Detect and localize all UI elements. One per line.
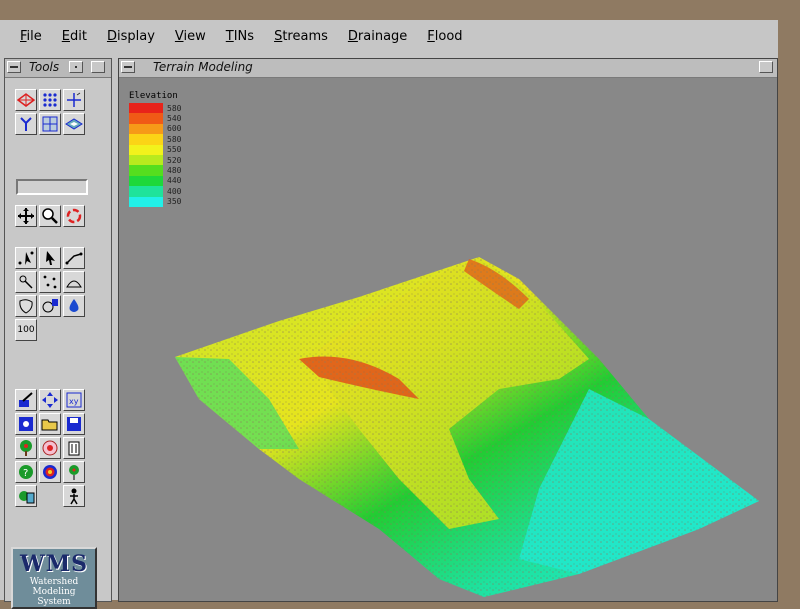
tools-palette: Tools 100 xy ? WMS Watershed Modeling Sy…: [4, 58, 112, 609]
legend-row: 580: [129, 134, 182, 145]
legend-row: 400: [129, 186, 182, 197]
legend-row: 580: [129, 103, 182, 114]
edit-icon[interactable]: [15, 389, 37, 411]
select-arrow-icon[interactable]: [39, 247, 61, 269]
legend-swatch: [129, 123, 163, 135]
menu-display[interactable]: Display: [107, 29, 155, 44]
pan-icon[interactable]: [15, 205, 37, 227]
terrain-title: Terrain Modeling: [153, 60, 253, 74]
legend-value: 400: [167, 186, 182, 196]
terrain-window: Terrain Modeling Elevation 580 540 600 580 5…: [118, 58, 778, 602]
terrain-maximize-button[interactable]: [759, 61, 773, 73]
legend-swatch: [129, 175, 163, 187]
terrain-title-bar[interactable]: Terrain Modeling: [119, 59, 777, 78]
legend-value: 580: [167, 134, 182, 144]
contour-icon[interactable]: [63, 271, 85, 293]
legend-row: 480: [129, 165, 182, 176]
legend-row: 350: [129, 196, 182, 207]
tools-title-bar[interactable]: Tools: [5, 59, 111, 78]
menu-tins[interactable]: TINs: [226, 29, 254, 44]
legend-title: Elevation: [129, 91, 178, 101]
legend-value: 550: [167, 145, 182, 155]
legend-value: 600: [167, 124, 182, 134]
legend-swatch: [129, 196, 163, 207]
menu-streams[interactable]: Streams: [274, 29, 328, 44]
terrain-surface[interactable]: [119, 59, 775, 599]
map-100-icon[interactable]: 100: [15, 319, 37, 341]
legend-swatch: [129, 103, 163, 114]
basin-icon[interactable]: [15, 295, 37, 317]
drainage-point-icon[interactable]: [15, 271, 37, 293]
menu-drainage[interactable]: Drainage: [348, 29, 407, 44]
menu-edit[interactable]: Edit: [62, 29, 87, 44]
grid-icon[interactable]: [39, 113, 61, 135]
terrain-window-menu-button[interactable]: [121, 61, 135, 73]
menu-file[interactable]: File: [20, 29, 42, 44]
legend-row: 600: [129, 123, 182, 135]
menu-view[interactable]: View: [175, 29, 206, 44]
select-vertex-icon[interactable]: [15, 247, 37, 269]
water-drop-icon[interactable]: [63, 295, 85, 317]
rotate-icon[interactable]: [63, 205, 85, 227]
move-icon[interactable]: [39, 389, 61, 411]
basin-tree-icon[interactable]: [63, 461, 85, 483]
terrain-texture: [175, 257, 759, 597]
legend-value: 440: [167, 176, 182, 186]
menu-bar: File Edit Display View TINs Streams Drai…: [0, 20, 778, 52]
layers-icon[interactable]: [63, 113, 85, 135]
calculator-icon[interactable]: [39, 295, 61, 317]
menu-flood[interactable]: Flood: [427, 29, 462, 44]
svg-text:xy: xy: [69, 397, 79, 406]
legend-value: 480: [167, 166, 182, 176]
legend-swatch: [129, 144, 163, 155]
zoom-icon[interactable]: [39, 205, 61, 227]
legend-row: 550: [129, 144, 182, 155]
minimize-button[interactable]: [69, 61, 83, 73]
legend-swatch: [129, 113, 163, 124]
maximize-button[interactable]: [91, 61, 105, 73]
legend-value: 580: [167, 103, 182, 113]
legend-value: 520: [167, 155, 182, 165]
status-field: [16, 179, 88, 195]
legend-value: 540: [167, 114, 182, 124]
save-icon[interactable]: [63, 413, 85, 435]
window-menu-button[interactable]: [7, 61, 21, 73]
delete-icon[interactable]: [63, 437, 85, 459]
scatter-icon[interactable]: [39, 271, 61, 293]
legend-value: 350: [167, 197, 182, 207]
frame-icon[interactable]: [15, 413, 37, 435]
xyz-icon[interactable]: xy: [63, 389, 85, 411]
legend-row: 540: [129, 113, 182, 124]
legend-row: 520: [129, 154, 182, 166]
tree-icon[interactable]: [15, 437, 37, 459]
legend-swatch: [129, 154, 163, 166]
stream-network-icon[interactable]: [15, 113, 37, 135]
target-icon[interactable]: [39, 461, 61, 483]
create-line-icon[interactable]: [63, 247, 85, 269]
svg-text:?: ?: [23, 468, 28, 479]
wms-application: File Edit Display View TINs Streams Drai…: [0, 20, 778, 609]
legend-swatch: [129, 186, 163, 197]
legend-swatch: [129, 134, 163, 145]
legend-rows: 580 540 600 580 550 520 480 440 400 350: [129, 103, 181, 207]
calculator-2-icon[interactable]: [15, 485, 37, 507]
legend-swatch: [129, 165, 163, 176]
elevation-legend: Elevation 580 540 600 580 550 520 480 440 400 350: [129, 91, 181, 207]
points-grid-icon[interactable]: [39, 89, 61, 111]
open-folder-icon[interactable]: [39, 413, 61, 435]
person-icon[interactable]: [63, 485, 85, 507]
help-icon[interactable]: ?: [15, 461, 37, 483]
tin-icon[interactable]: [15, 89, 37, 111]
axes-icon[interactable]: [63, 89, 85, 111]
tools-title: Tools: [29, 60, 60, 74]
flower-icon[interactable]: [39, 437, 61, 459]
legend-row: 440: [129, 175, 182, 187]
